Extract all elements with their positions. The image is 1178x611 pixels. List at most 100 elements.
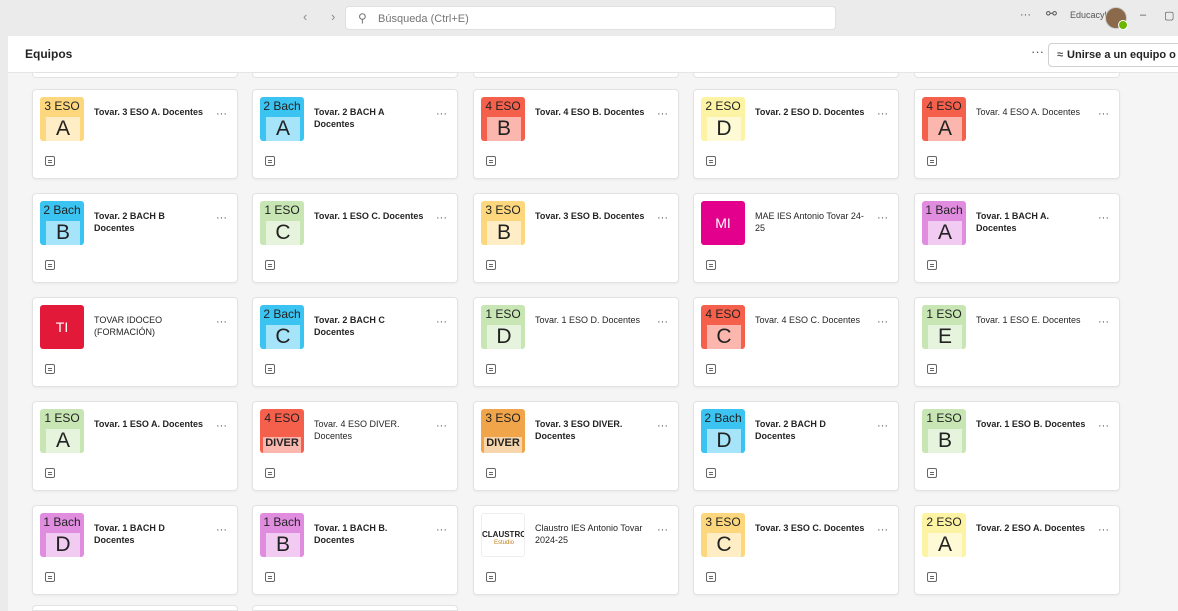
channel-posts-icon[interactable]	[927, 572, 937, 582]
team-more-options-button[interactable]: ···	[216, 212, 227, 224]
join-or-create-team-button[interactable]: ≈Unirse a un equipo o crear uno	[1048, 43, 1178, 67]
team-name[interactable]: Tovar. 3 ESO DIVER. Docentes	[535, 418, 647, 442]
team-card[interactable]: 4 ESO C Tovar. 4 ESO C. Docentes ···	[693, 297, 899, 387]
channel-posts-icon[interactable]	[45, 364, 55, 374]
team-card[interactable]: 4 ESO B Tovar. 4 ESO B. Docentes ···	[473, 89, 679, 179]
team-name[interactable]: Tovar. 3 ESO B. Docentes	[535, 210, 647, 222]
team-more-options-button[interactable]: ···	[216, 108, 227, 120]
team-name[interactable]: Tovar. 2 BACH B Docentes	[94, 210, 206, 234]
channel-posts-icon[interactable]	[706, 156, 716, 166]
team-name[interactable]: Tovar. 2 ESO A. Docentes	[976, 522, 1088, 534]
team-more-options-button[interactable]: ···	[436, 108, 447, 120]
channel-posts-icon[interactable]	[706, 364, 716, 374]
team-name[interactable]: Tovar. 2 BACH A Docentes	[314, 106, 426, 130]
team-more-options-button[interactable]: ···	[877, 108, 888, 120]
team-card[interactable]: 1 Bach B Tovar. 1 BACH B. Docentes ···	[252, 505, 458, 595]
channel-posts-icon[interactable]	[927, 260, 937, 270]
team-more-options-button[interactable]: ···	[657, 420, 668, 432]
team-card[interactable]: 2 Bach D Tovar. 2 BACH D Docentes ···	[693, 401, 899, 491]
team-name[interactable]: TOVAR IDOCEO (FORMACIÓN)	[94, 314, 206, 338]
channel-posts-icon[interactable]	[486, 260, 496, 270]
team-card[interactable]: 1 ESO B Tovar. 1 ESO B. Docentes ···	[914, 401, 1120, 491]
team-card[interactable]: 1 ESO D Tovar. 1 ESO D. Docentes ···	[473, 297, 679, 387]
channel-posts-icon[interactable]	[486, 468, 496, 478]
channel-posts-icon[interactable]	[265, 468, 275, 478]
team-name[interactable]: Tovar. 4 ESO B. Docentes	[535, 106, 647, 118]
team-name[interactable]: Tovar. 1 ESO D. Docentes	[535, 314, 647, 326]
channel-posts-icon[interactable]	[486, 364, 496, 374]
team-card[interactable]: 1 Bach D Tovar. 1 BACH D Docentes ···	[32, 505, 238, 595]
team-card[interactable]: 1 Bach A Tovar. 1 BACH A. Docentes ···	[914, 193, 1120, 283]
team-name[interactable]: Tovar. 4 ESO DIVER. Docentes	[314, 418, 426, 442]
team-card[interactable]: 3 ESO DIVER Tovar. 3 ESO DIVER. Docentes ··…	[473, 401, 679, 491]
team-more-options-button[interactable]: ···	[877, 316, 888, 328]
channel-posts-icon[interactable]	[265, 364, 275, 374]
team-name[interactable]: Tovar. 2 BACH D Docentes	[755, 418, 867, 442]
team-more-options-button[interactable]: ···	[436, 212, 447, 224]
minimize-button[interactable]: –	[1140, 9, 1146, 21]
channel-posts-icon[interactable]	[706, 468, 716, 478]
team-name[interactable]: Tovar. 4 ESO A. Docentes	[976, 106, 1088, 118]
team-name[interactable]: Tovar. 2 ESO D. Docentes	[755, 106, 867, 118]
channel-posts-icon[interactable]	[706, 572, 716, 582]
team-card[interactable]: 1 ESO C Tovar. 1 ESO C. Docentes ···	[252, 193, 458, 283]
channel-posts-icon[interactable]	[45, 260, 55, 270]
team-card[interactable]: 2 ESO D Tovar. 2 ESO D. Docentes ···	[693, 89, 899, 179]
person-icon[interactable]: ⚯	[1046, 6, 1057, 22]
team-card[interactable]: 1 ESO A Tovar. 1 ESO A. Docentes ···	[32, 401, 238, 491]
team-name[interactable]: Tovar. 2 BACH C Docentes	[314, 314, 426, 338]
team-card[interactable]: 2 Bach A Tovar. 2 BACH A Docentes ···	[252, 89, 458, 179]
search-input[interactable]	[376, 10, 820, 28]
team-card[interactable]: MI MAE IES Antonio Tovar 24-25 ···	[693, 193, 899, 283]
team-card[interactable]: 3 ESO C Tovar. 3 ESO C. Docentes ···	[693, 505, 899, 595]
restore-button[interactable]: ▢	[1164, 9, 1174, 22]
history-nav-arrows[interactable]: ‹ ›	[303, 9, 345, 24]
more-options-button[interactable]: ···	[1020, 9, 1031, 21]
team-card[interactable]: 3 ESO B Tovar. 3 ESO B. Docentes ···	[473, 193, 679, 283]
team-more-options-button[interactable]: ···	[657, 316, 668, 328]
team-name[interactable]: Tovar. 4 ESO C. Docentes	[755, 314, 867, 326]
team-more-options-button[interactable]: ···	[877, 212, 888, 224]
channel-posts-icon[interactable]	[486, 572, 496, 582]
channel-posts-icon[interactable]	[45, 468, 55, 478]
channel-posts-icon[interactable]	[45, 572, 55, 582]
team-name[interactable]: Tovar. 1 BACH B. Docentes	[314, 522, 426, 546]
team-more-options-button[interactable]: ···	[216, 316, 227, 328]
team-name[interactable]: Tovar. 3 ESO C. Docentes	[755, 522, 867, 534]
team-name[interactable]: Tovar. 3 ESO A. Docentes	[94, 106, 206, 118]
channel-posts-icon[interactable]	[486, 156, 496, 166]
team-name[interactable]: Tovar. 1 BACH D Docentes	[94, 522, 206, 546]
team-name[interactable]: Tovar. 1 ESO C. Docentes	[314, 210, 426, 222]
channel-posts-icon[interactable]	[927, 468, 937, 478]
search-box[interactable]: ⚲	[345, 6, 836, 30]
team-more-options-button[interactable]: ···	[216, 420, 227, 432]
team-more-options-button[interactable]: ···	[436, 524, 447, 536]
team-more-options-button[interactable]: ···	[1098, 212, 1109, 224]
channel-posts-icon[interactable]	[45, 156, 55, 166]
channel-posts-icon[interactable]	[265, 572, 275, 582]
header-more-button[interactable]: ···	[1031, 44, 1044, 59]
team-more-options-button[interactable]: ···	[1098, 420, 1109, 432]
team-more-options-button[interactable]: ···	[877, 420, 888, 432]
team-more-options-button[interactable]: ···	[657, 524, 668, 536]
team-more-options-button[interactable]: ···	[657, 212, 668, 224]
team-card[interactable]: 2 Bach B Tovar. 2 BACH B Docentes ···	[32, 193, 238, 283]
channel-posts-icon[interactable]	[265, 260, 275, 270]
team-card[interactable]: 2 Bach C Tovar. 2 BACH C Docentes ···	[252, 297, 458, 387]
channel-posts-icon[interactable]	[927, 364, 937, 374]
channel-posts-icon[interactable]	[927, 156, 937, 166]
team-name[interactable]: Tovar. 1 ESO E. Docentes	[976, 314, 1088, 326]
team-more-options-button[interactable]: ···	[657, 108, 668, 120]
team-name[interactable]: Tovar. 1 ESO B. Docentes	[976, 418, 1088, 430]
team-more-options-button[interactable]: ···	[1098, 316, 1109, 328]
team-name[interactable]: Claustro IES Antonio Tovar 2024-25	[535, 522, 647, 546]
team-name[interactable]: Tovar. 1 BACH A. Docentes	[976, 210, 1088, 234]
team-name[interactable]: Tovar. 1 ESO A. Docentes	[94, 418, 206, 430]
team-card[interactable]: 2 ESO A Tovar. 2 ESO A. Docentes ···	[914, 505, 1120, 595]
team-card[interactable]: 4 ESO DIVER Tovar. 4 ESO DIVER. Docentes ··…	[252, 401, 458, 491]
team-card[interactable]: 1 ESO E Tovar. 1 ESO E. Docentes ···	[914, 297, 1120, 387]
channel-posts-icon[interactable]	[706, 260, 716, 270]
team-more-options-button[interactable]: ···	[877, 524, 888, 536]
team-more-options-button[interactable]: ···	[216, 524, 227, 536]
channel-posts-icon[interactable]	[265, 156, 275, 166]
